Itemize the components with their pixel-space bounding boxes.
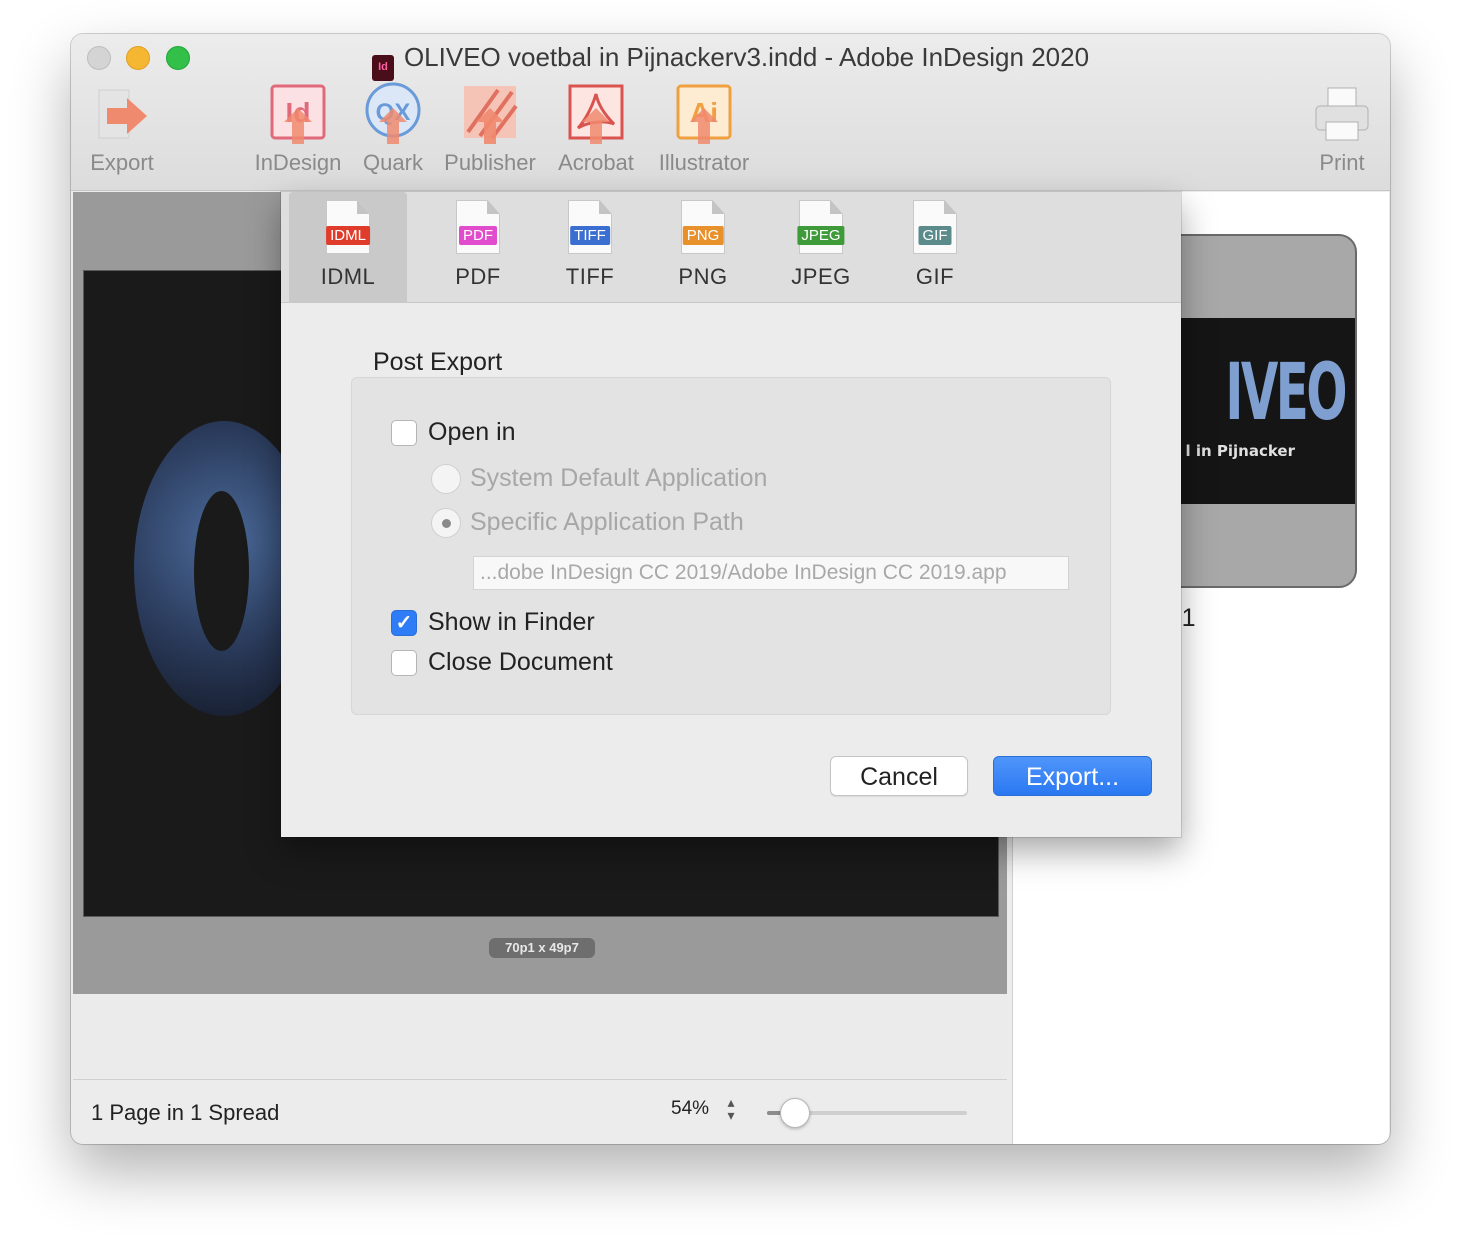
publisher-label: Publisher <box>444 150 536 175</box>
page-count-status: 1 Page in 1 Spread <box>91 1100 280 1125</box>
page-fold <box>830 201 842 214</box>
format-tab-png[interactable]: PNG PNG <box>644 192 762 302</box>
format-tab-gif[interactable]: GIF GIF <box>876 192 994 302</box>
cancel-button[interactable]: Cancel <box>830 756 968 796</box>
page-fold <box>357 201 369 214</box>
illustrator-label: Illustrator <box>658 150 750 175</box>
print-toolbar-label: Print <box>1319 150 1365 175</box>
page-fold <box>944 201 956 214</box>
format-chip: GIF <box>918 226 952 245</box>
window-title-text: OLIVEO voetbal in Pijnackerv3.indd - Ado… <box>403 42 1090 72</box>
publisher-icon <box>439 82 541 146</box>
specific-path-radio[interactable] <box>431 508 461 538</box>
radio-selected-dot <box>442 519 451 528</box>
export-arrow-icon <box>81 82 163 146</box>
format-tab-label: JPEG <box>791 264 851 289</box>
indesign-doc-icon: Id <box>371 55 394 81</box>
format-tab-label: PDF <box>455 264 501 289</box>
acrobat-icon <box>553 82 639 146</box>
format-chip: IDML <box>326 226 370 245</box>
open-in-illustrator-button[interactable]: Ai Illustrator <box>651 82 757 176</box>
dimensions-badge: 70p1 x 49p7 <box>489 938 595 958</box>
quark-label: Quark <box>363 150 423 175</box>
app-path-field[interactable]: ...dobe InDesign CC 2019/Adobe InDesign … <box>473 556 1069 590</box>
format-tabs: IDML IDML PDF PDF TIFF TIFF PNG PNG JPEG JPEG GIF G… <box>281 192 1181 303</box>
window-title: Id OLIVEO voetbal in Pijnackerv3.indd - A… <box>71 42 1390 81</box>
format-tab-label: GIF <box>915 264 955 289</box>
system-default-radio[interactable] <box>431 464 461 494</box>
format-tab-label: IDML <box>320 264 376 289</box>
open-in-quark-button[interactable]: QX Quark <box>353 82 433 176</box>
show-in-finder-checkbox[interactable]: ✓ <box>391 610 417 636</box>
zoom-level: 54% <box>671 1098 710 1119</box>
acrobat-label: Acrobat <box>558 150 634 175</box>
quark-icon: QX <box>353 82 433 146</box>
checkmark-icon: ✓ <box>395 612 413 634</box>
post-export-group: Open in System Default Application Speci… <box>351 377 1111 715</box>
format-chip: PDF <box>459 226 497 245</box>
open-in-label: Open in <box>428 418 516 446</box>
status-bar: 1 Page in 1 Spread 54% ▴ ▾ <box>73 1079 1007 1144</box>
format-tab-jpeg[interactable]: JPEG JPEG <box>762 192 880 302</box>
post-export-title: Post Export <box>373 348 503 376</box>
zoom-slider-knob[interactable] <box>780 1098 810 1128</box>
system-default-label: System Default Application <box>470 464 768 492</box>
format-tab-label: TIFF <box>565 264 615 289</box>
close-document-label: Close Document <box>428 648 613 676</box>
indesign-icon: Id <box>251 82 345 146</box>
page-fold <box>599 201 611 214</box>
open-in-publisher-button[interactable]: Publisher <box>439 82 541 176</box>
specific-path-label: Specific Application Path <box>470 508 744 536</box>
export-button[interactable]: Export... <box>993 756 1152 796</box>
letter-counter <box>194 491 249 651</box>
format-tab-tiff[interactable]: TIFF TIFF <box>531 192 649 302</box>
export-toolbar-button[interactable]: Export <box>81 82 163 176</box>
format-chip: PNG <box>682 226 724 245</box>
printer-icon <box>1307 82 1377 146</box>
export-options-sheet: IDML IDML PDF PDF TIFF TIFF PNG PNG JPEG JPEG GIF G… <box>281 192 1181 837</box>
open-in-acrobat-button[interactable]: Acrobat <box>553 82 639 176</box>
page-fold <box>712 201 724 214</box>
show-in-finder-label: Show in Finder <box>428 608 595 636</box>
title-bar: Id OLIVEO voetbal in Pijnackerv3.indd - A… <box>71 34 1390 191</box>
format-tab-pdf[interactable]: PDF PDF <box>419 192 537 302</box>
close-document-checkbox[interactable] <box>391 650 417 676</box>
format-tab-idml[interactable]: IDML IDML <box>289 192 407 302</box>
thumbnail-title: IVEO <box>1225 348 1347 438</box>
format-chip: JPEG <box>797 226 845 245</box>
print-toolbar-button[interactable]: Print <box>1307 82 1377 176</box>
open-in-checkbox[interactable] <box>391 420 417 446</box>
thumbnail-subtitle: l in Pijnacker <box>1185 442 1295 460</box>
export-toolbar-label: Export <box>90 150 154 175</box>
page-fold <box>487 201 499 214</box>
indesign-label: InDesign <box>254 150 342 175</box>
open-in-indesign-button[interactable]: Id InDesign <box>251 82 345 176</box>
chevron-down-icon[interactable]: ▾ <box>723 1108 739 1122</box>
zoom-stepper[interactable]: ▴ ▾ <box>723 1095 739 1124</box>
format-tab-label: PNG <box>678 264 728 289</box>
illustrator-icon: Ai <box>651 82 757 146</box>
format-chip: TIFF <box>570 226 610 245</box>
